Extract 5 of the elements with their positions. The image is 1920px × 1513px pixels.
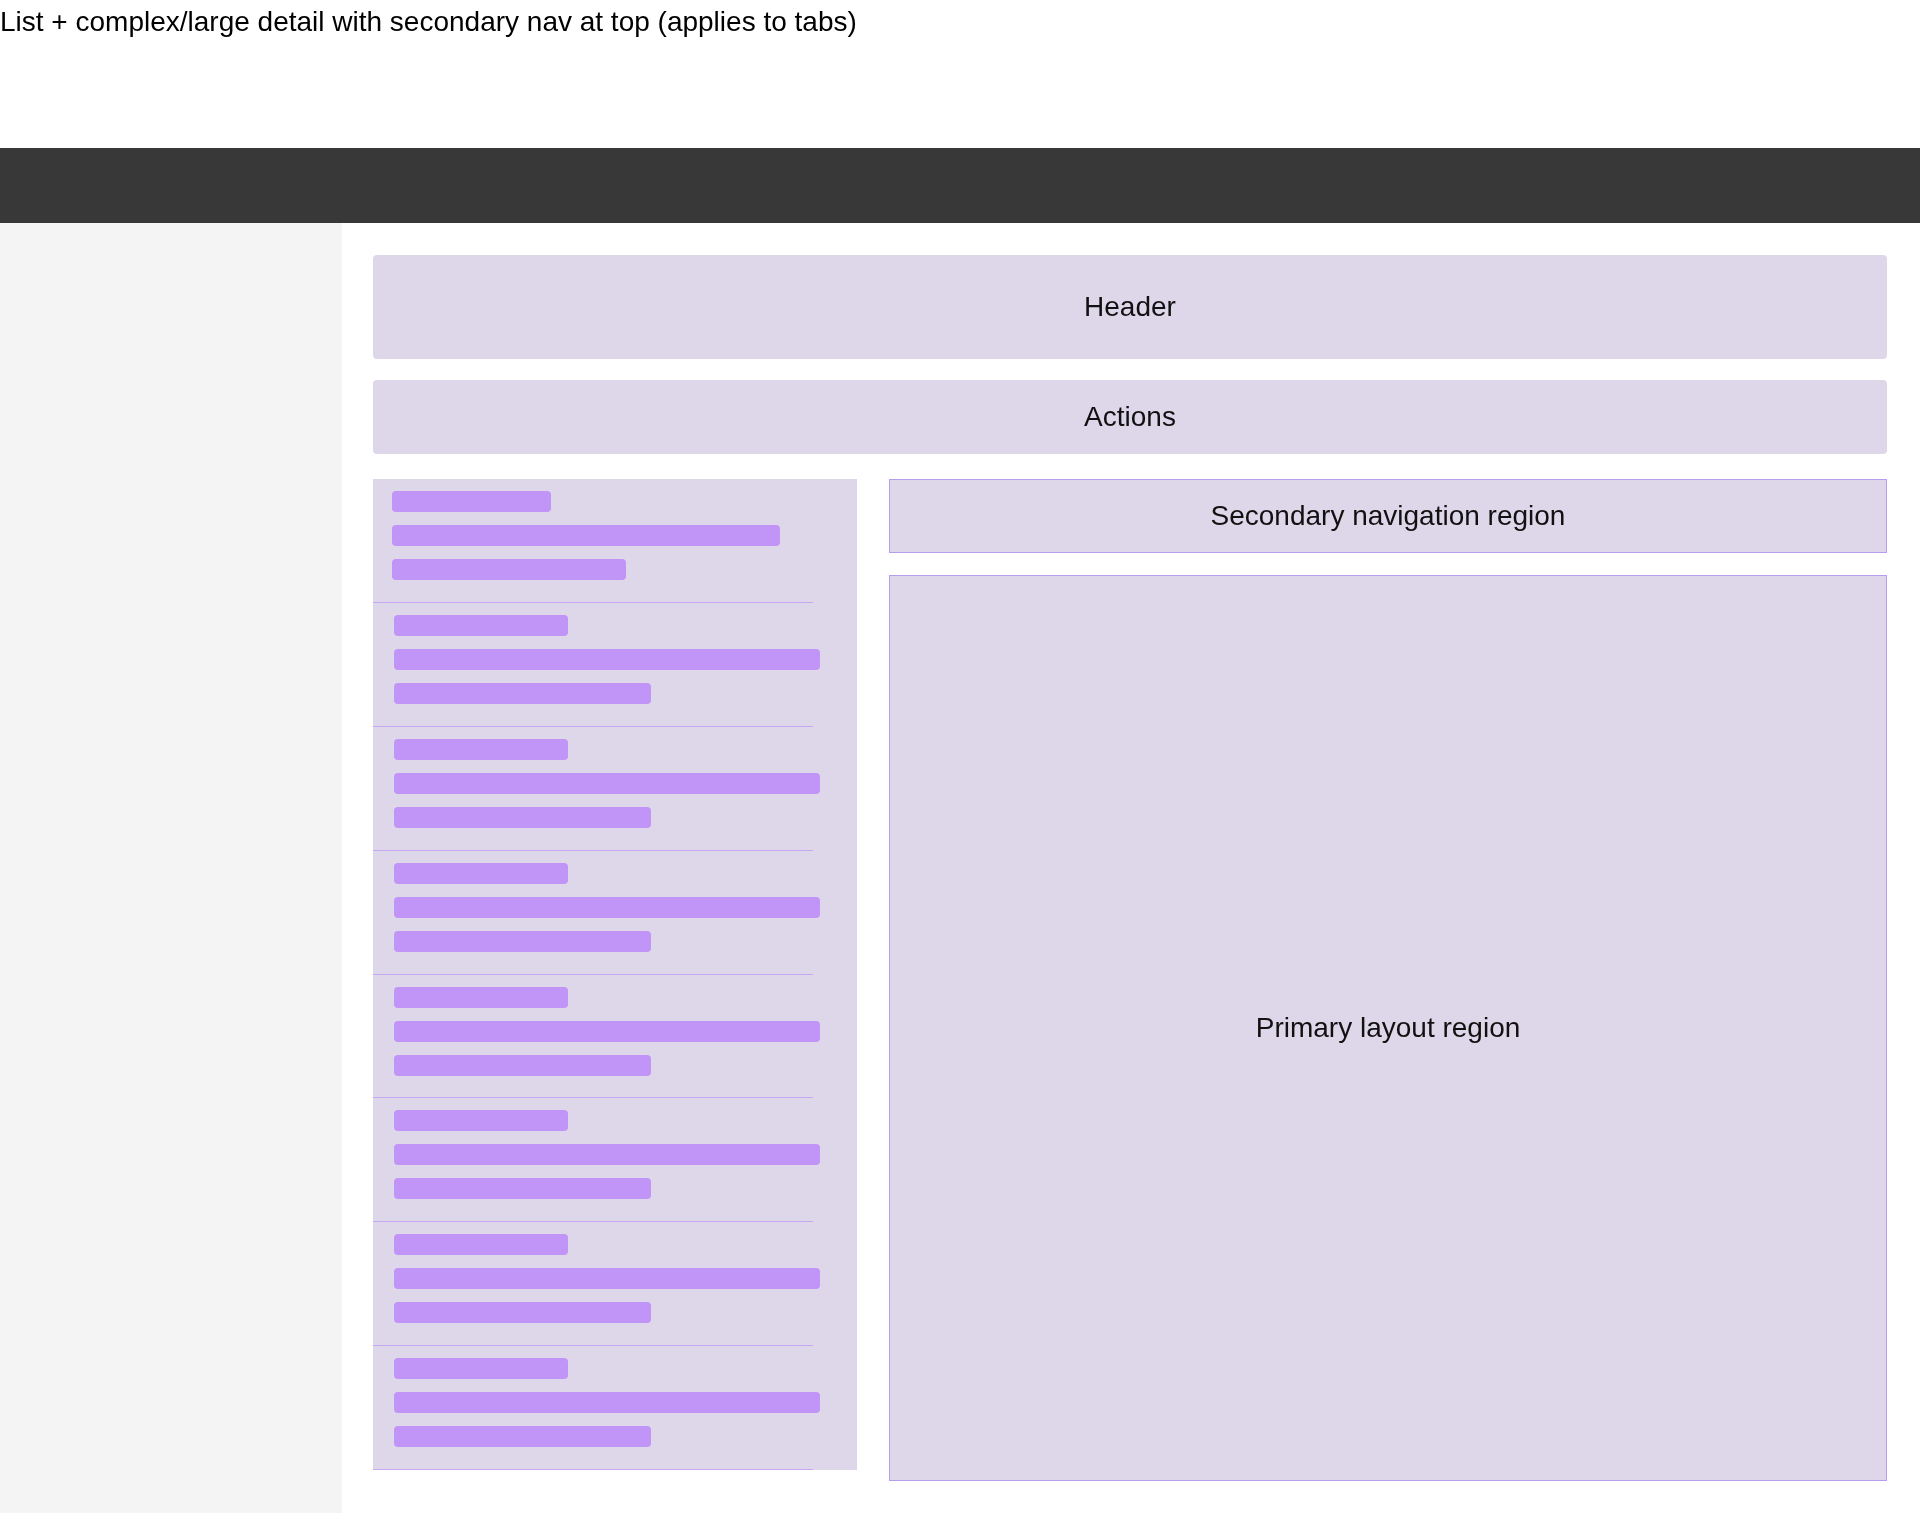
secondary-navigation-region: Secondary navigation region bbox=[889, 479, 1887, 553]
header-region: Header bbox=[373, 255, 1887, 359]
primary-layout-region: Primary layout region bbox=[889, 575, 1887, 1481]
page-title: List + complex/large detail with secondary nav at top (applies to tabs) bbox=[0, 5, 857, 39]
actions-region: Actions bbox=[373, 380, 1887, 454]
